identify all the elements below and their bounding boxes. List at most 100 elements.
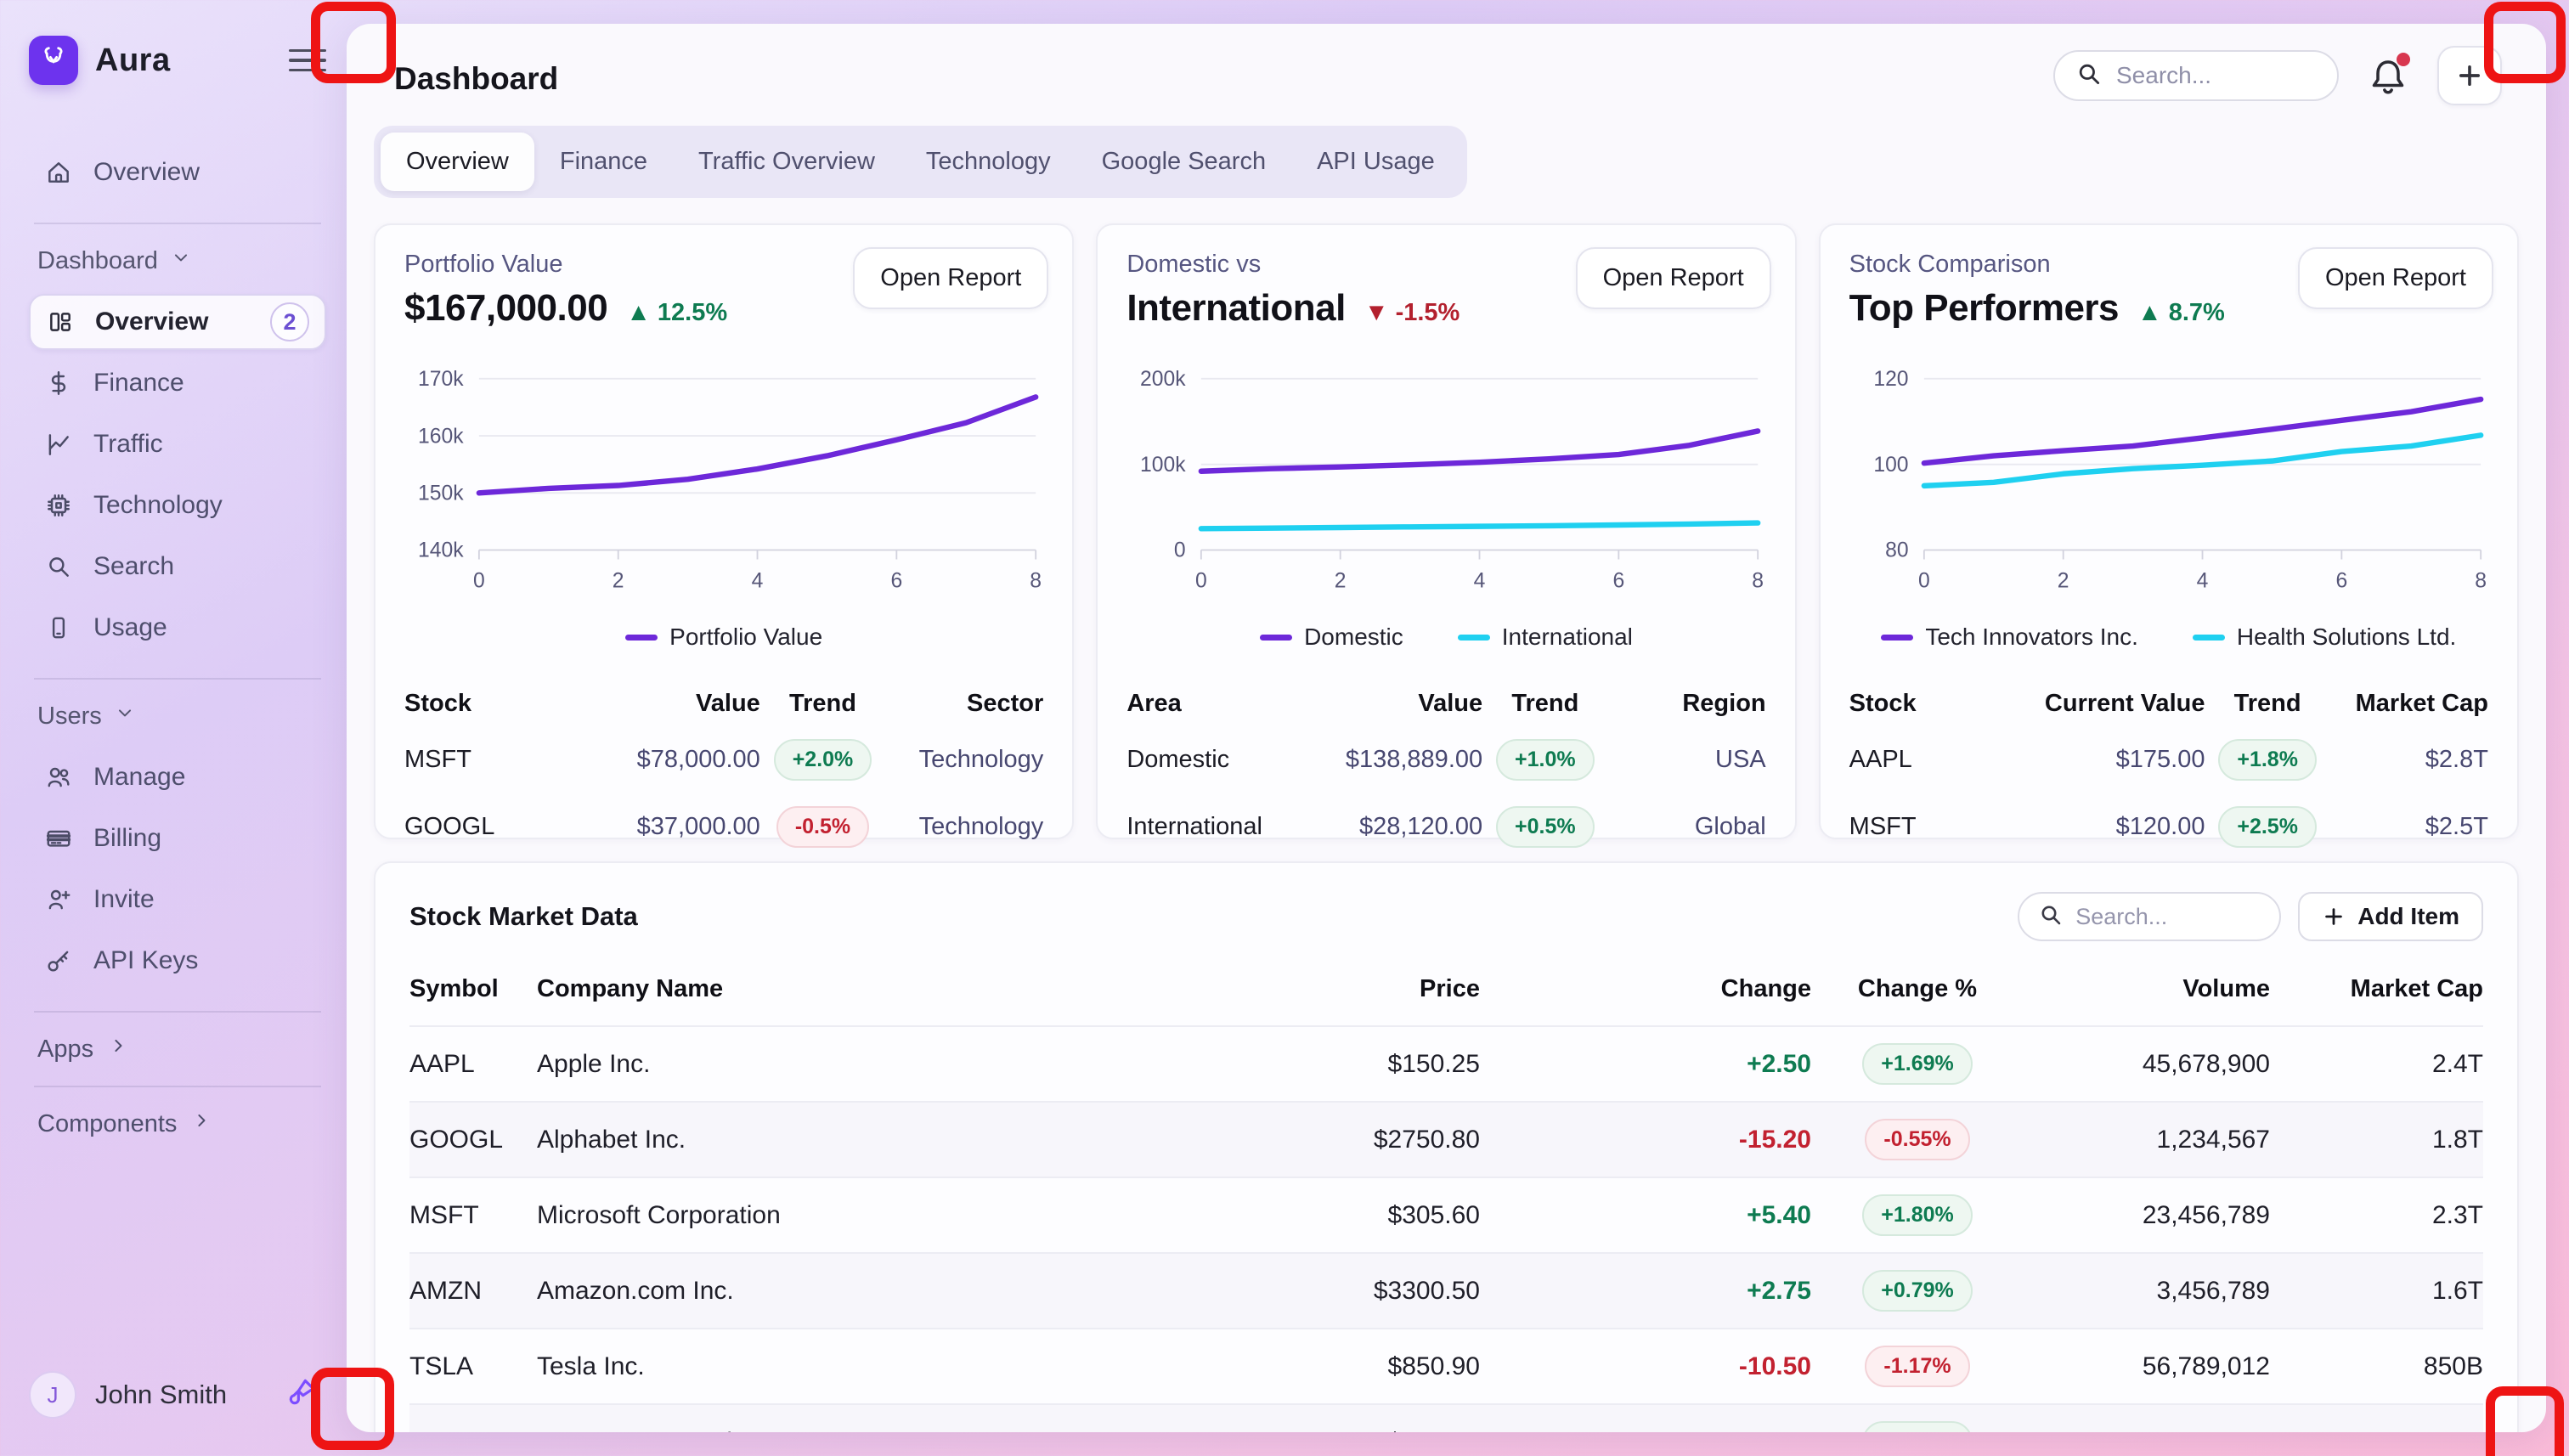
column-header[interactable]: Price	[1021, 941, 1480, 1025]
sidebar-item-billing[interactable]: Billing	[29, 810, 326, 866]
cell-change-pct: +1.69%	[1811, 1027, 2024, 1101]
plus-icon	[2455, 61, 2484, 90]
cell-market-cap: 1.6T	[2270, 1261, 2483, 1322]
svg-text:2: 2	[1335, 569, 1347, 592]
card-portfolio-value: Portfolio Value Open Report $167,000.00 …	[374, 223, 1074, 839]
annotation-box-bottom-right	[2486, 1386, 2564, 1456]
legend-swatch	[1881, 635, 1913, 641]
cell-price: $305.60	[1021, 1185, 1480, 1246]
column-header[interactable]: Market Cap	[2270, 941, 2483, 1025]
card-headline: $167,000.00	[404, 287, 607, 330]
sidebar-link-apps[interactable]: Apps	[37, 1035, 318, 1064]
section-label-dashboard[interactable]: Dashboard	[37, 246, 318, 275]
search-input[interactable]	[2116, 62, 2317, 89]
sidebar-item-traffic[interactable]: Traffic	[29, 416, 326, 472]
tab-api-usage[interactable]: API Usage	[1291, 133, 1460, 191]
divider	[34, 1086, 321, 1087]
main-panel: Dashboard OverviewFinanceTraffic Overvie…	[347, 24, 2546, 1432]
cell-company: Tesla Inc.	[537, 1336, 1021, 1397]
card-table-cell: Technology	[885, 733, 1043, 787]
table-header-row: SymbolCompany NamePriceChangeChange %Vol…	[409, 941, 2483, 1025]
cell-change: -15.20	[1480, 1109, 1811, 1171]
legend-swatch	[625, 635, 658, 641]
card-table-cell: GOOGL	[404, 800, 550, 854]
legend-swatch	[1458, 635, 1490, 641]
sidebar-item-invite[interactable]: Invite	[29, 872, 326, 928]
sidebar-item-label: Billing	[93, 824, 161, 853]
card-headline: International	[1126, 287, 1346, 330]
table-row-googl[interactable]: GOOGL Alphabet Inc. $2750.80 -15.20 -0.5…	[409, 1101, 2483, 1177]
card-table-cell: -0.5%	[760, 793, 885, 861]
sidebar-item-overview[interactable]: Overview	[29, 144, 326, 200]
chevron-down-icon	[114, 702, 136, 731]
tab-technology[interactable]: Technology	[901, 133, 1076, 191]
user-profile[interactable]: J John Smith	[29, 1371, 318, 1419]
sidebar-item-manage[interactable]: Manage	[29, 749, 326, 805]
delta-badge: ▼-1.5%	[1364, 299, 1460, 327]
table-search-input[interactable]	[2075, 904, 2261, 930]
sidebar-item-search[interactable]: Search	[29, 539, 326, 595]
chart-area: 170k160k150k140k02468	[404, 358, 1043, 601]
svg-text:170k: 170k	[418, 368, 464, 391]
svg-text:0: 0	[1195, 569, 1207, 592]
table-row-amzn[interactable]: AMZN Amazon.com Inc. $3300.50 +2.75 +0.7…	[409, 1252, 2483, 1328]
sidebar-item-finance[interactable]: Finance	[29, 355, 326, 411]
add-item-button[interactable]: Add Item	[2298, 892, 2483, 941]
table-body: AAPL Apple Inc. $150.25 +2.50 +1.69% 45,…	[409, 1025, 2483, 1432]
sidebar-item-usage[interactable]: Usage	[29, 600, 326, 656]
chevron-right-icon	[190, 1109, 212, 1138]
tab-google-search[interactable]: Google Search	[1076, 133, 1291, 191]
table-search[interactable]	[2018, 892, 2281, 941]
notification-dot	[2397, 53, 2410, 66]
column-header[interactable]: Change %	[1811, 941, 2024, 1025]
legend-item: Health Solutions Ltd.	[2193, 624, 2456, 651]
legend-item: Portfolio Value	[625, 624, 822, 651]
column-header[interactable]: Volume	[2024, 941, 2270, 1025]
cell-volume: 67,890,123	[2024, 1412, 2270, 1433]
section-label-users[interactable]: Users	[37, 702, 318, 731]
card-table-header: Market Cap	[2330, 681, 2488, 726]
open-report-button[interactable]: Open Report	[2298, 247, 2493, 309]
tab-overview[interactable]: Overview	[381, 133, 534, 191]
notifications-button[interactable]	[2368, 54, 2408, 97]
user-plus-icon	[44, 885, 73, 914]
card-table-header: Sector	[885, 681, 1043, 726]
table-row-nvda[interactable]: NVDA NVIDIA Corporation $450.30 +12.45 +…	[409, 1403, 2483, 1432]
sidebar-item-api-keys[interactable]: API Keys	[29, 933, 326, 989]
user-name: John Smith	[95, 1380, 265, 1410]
card-table-cell: MSFT	[1849, 800, 1995, 854]
legend-swatch	[2193, 635, 2225, 641]
legend-item: Tech Innovators Inc.	[1881, 624, 2138, 651]
sidebar-item-label: Usage	[93, 613, 167, 642]
line-chart: 200k100k002468	[1126, 358, 1765, 601]
card-table-cell: +1.0%	[1482, 726, 1607, 793]
cell-change-pct: -0.55%	[1811, 1103, 2024, 1177]
table-row-msft[interactable]: MSFT Microsoft Corporation $305.60 +5.40…	[409, 1177, 2483, 1252]
table-row-tsla[interactable]: TSLA Tesla Inc. $850.90 -10.50 -1.17% 56…	[409, 1328, 2483, 1403]
tab-finance[interactable]: Finance	[534, 133, 673, 191]
cell-change: +2.50	[1480, 1034, 1811, 1095]
global-search[interactable]	[2053, 50, 2339, 101]
column-header[interactable]: Company Name	[537, 941, 1021, 1025]
open-report-button[interactable]: Open Report	[853, 247, 1048, 309]
svg-text:120: 120	[1873, 368, 1908, 391]
sidebar-link-components[interactable]: Components	[37, 1109, 318, 1138]
table-row-aapl[interactable]: AAPL Apple Inc. $150.25 +2.50 +1.69% 45,…	[409, 1025, 2483, 1101]
column-header[interactable]: Symbol	[409, 941, 537, 1025]
cell-change: +12.45	[1480, 1412, 1811, 1433]
sidebar-item-overview[interactable]: Overview2	[29, 294, 326, 350]
table-title: Stock Market Data	[409, 901, 2018, 932]
cell-company: Microsoft Corporation	[537, 1185, 1021, 1246]
sidebar-item-technology[interactable]: Technology	[29, 477, 326, 533]
trend-pill: +2.5%	[2218, 806, 2317, 848]
column-header[interactable]: Change	[1480, 941, 1811, 1025]
legend-swatch	[1260, 635, 1292, 641]
chart-legend: Tech Innovators Inc. Health Solutions Ltd…	[1849, 624, 2488, 651]
open-report-button[interactable]: Open Report	[1576, 247, 1771, 309]
cell-change-pct: +0.79%	[1811, 1254, 2024, 1328]
sidebar-item-label: Manage	[93, 763, 185, 792]
tab-traffic-overview[interactable]: Traffic Overview	[673, 133, 901, 191]
search-icon	[2075, 60, 2103, 92]
cell-price: $850.90	[1021, 1336, 1480, 1397]
cell-change: +5.40	[1480, 1185, 1811, 1246]
